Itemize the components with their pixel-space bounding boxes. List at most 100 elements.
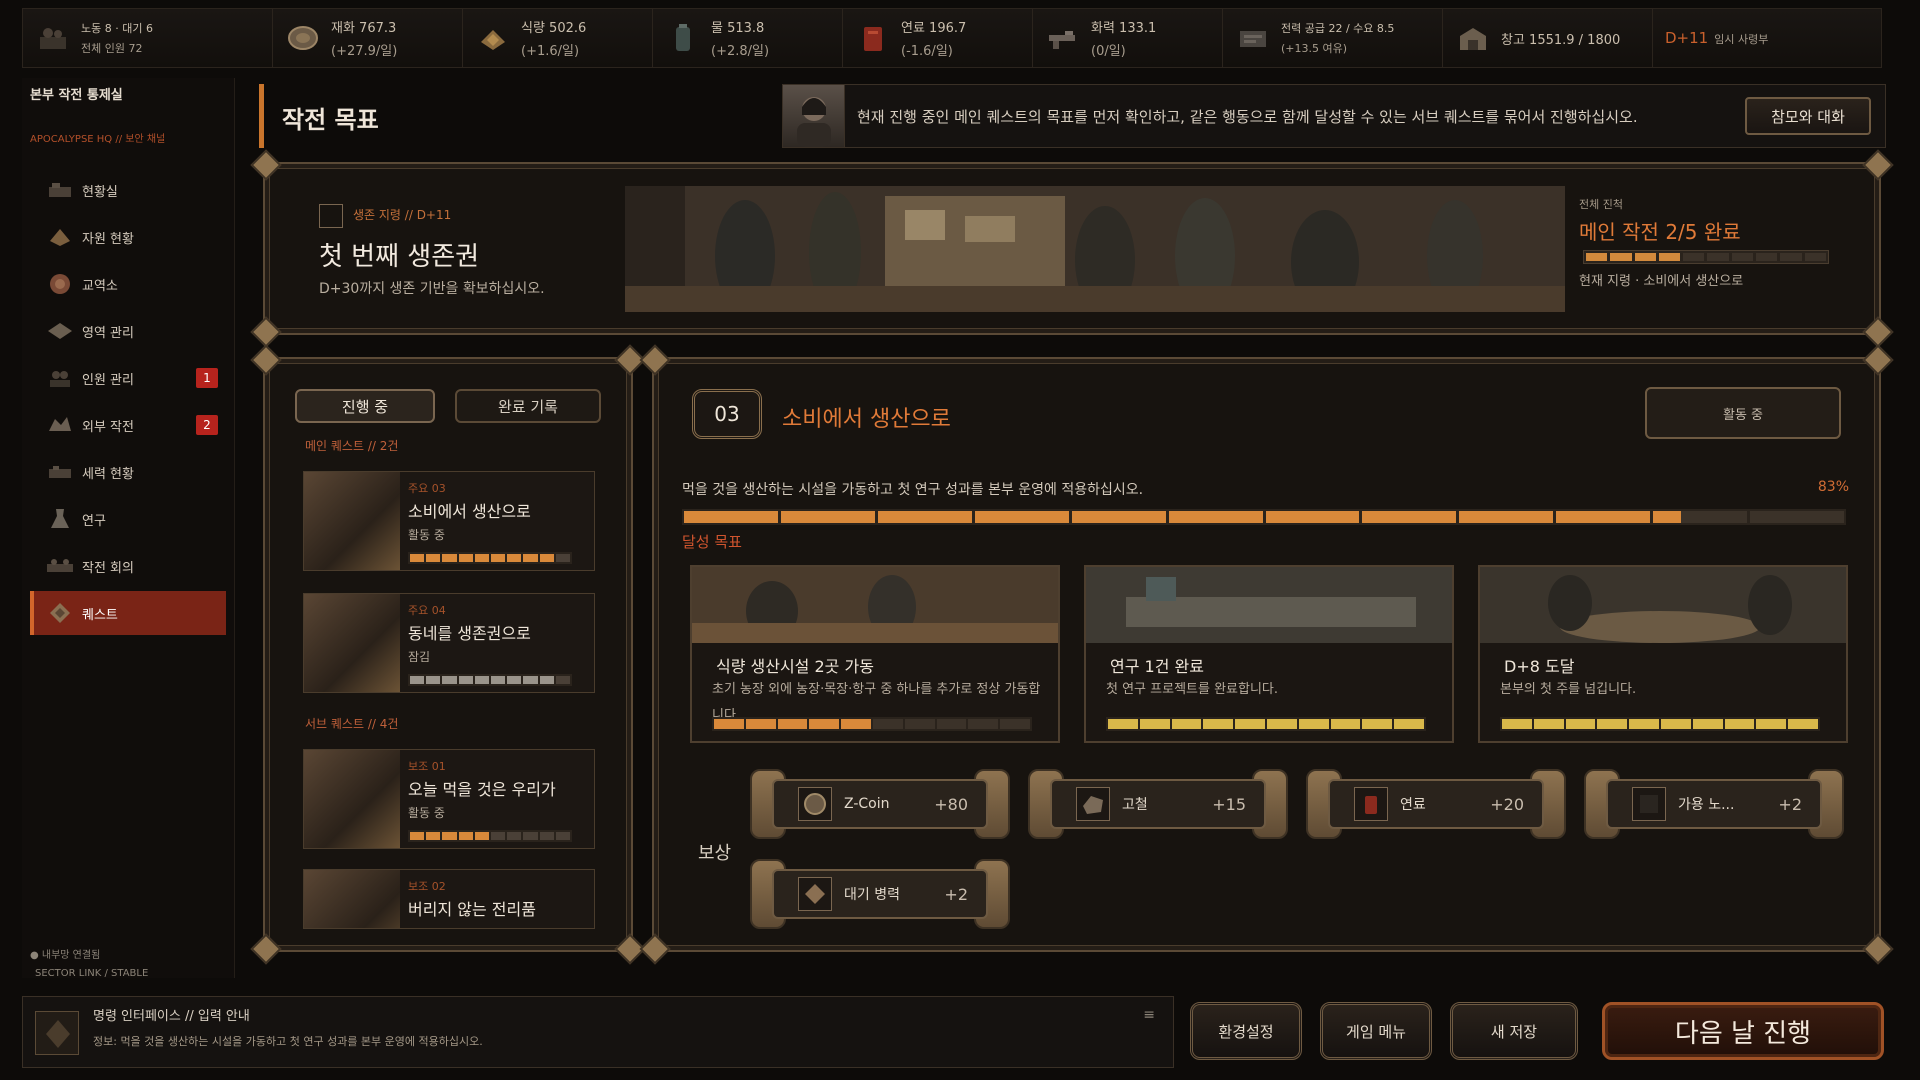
quest-thumbnail <box>304 870 400 928</box>
sidebar-item-territory[interactable]: 영역 관리 <box>30 309 226 353</box>
command-title: 명령 인터페이스 // 입력 안내 <box>93 1009 250 1024</box>
frame-corner <box>639 344 671 376</box>
talk-to-advisor-button[interactable]: 참모와 대화 <box>1745 97 1871 135</box>
zcoin-icon <box>798 787 832 821</box>
meeting-icon <box>46 554 74 578</box>
goal-card-food-facilities: 식량 생산시설 2곳 가동 초기 농장 외에 농장·목장·항구 중 하나를 추가… <box>690 565 1060 743</box>
sidebar-item-research[interactable]: 연구 <box>30 497 226 541</box>
sidebar-item-resources[interactable]: 자원 현황 <box>30 215 226 259</box>
sidebar-item-meeting[interactable]: 작전 회의 <box>30 544 226 588</box>
food-icon <box>475 20 511 56</box>
network-status: ● 내부망 연결됨 <box>30 950 101 961</box>
quest-card-main-04[interactable]: 주요 04 동네를 생존권으로 잠김 <box>303 593 595 693</box>
command-icon <box>35 1011 79 1055</box>
goal-illustration <box>1480 567 1846 643</box>
fuel-stat: 연료 196.7 (-1.6/일) <box>843 9 1033 67</box>
quest-card-sub-02[interactable]: 보조 02 버리지 않는 전리품 <box>303 869 595 929</box>
resource-bar: 노동 8 · 대기 6 전체 인원 72 재화 767.3 (+27.9/일) 식량… <box>22 8 1882 68</box>
sub-quest-header: 서브 퀘스트 // 4건 <box>305 717 399 731</box>
main-ops-progress: 메인 작전 2/5 완료 <box>1579 220 1741 244</box>
sidebar-item-faction[interactable]: 세력 현황 <box>30 450 226 494</box>
firepower-icon <box>1045 20 1081 56</box>
goal-progress-bar <box>1500 717 1820 731</box>
settings-button[interactable]: 환경설정 <box>1190 1002 1302 1060</box>
goal-illustration <box>1086 567 1452 643</box>
goal-progress-bar <box>1106 717 1426 731</box>
tab-completed[interactable]: 완료 기록 <box>455 389 601 423</box>
power-icon <box>1235 20 1271 56</box>
quest-progress-bar <box>682 509 1846 525</box>
population-stat: 노동 8 · 대기 6 전체 인원 72 <box>23 9 273 67</box>
food-stat: 식량 502.6 (+1.6/일) <box>463 9 653 67</box>
banner-tag: 생존 지령 // D+11 <box>353 208 452 222</box>
save-button[interactable]: 새 저장 <box>1450 1002 1578 1060</box>
banner-title: 첫 번째 생존권 <box>319 242 480 272</box>
frame-corner <box>250 344 282 376</box>
overview-icon <box>46 178 74 202</box>
reward-workers: 가용 노... +2 <box>1584 769 1844 839</box>
expedition-icon <box>46 413 74 437</box>
advisor-message: 현재 진행 중인 메인 퀘스트의 목표를 먼저 확인하고, 같은 행동으로 함께… <box>857 107 1638 126</box>
frame-corner <box>1862 149 1894 181</box>
firepower-stat: 화력 133.1 (0/일) <box>1033 9 1223 67</box>
quest-description: 먹을 것을 생산하는 시설을 가동하고 첫 연구 성과를 본부 운영에 적용하십… <box>682 482 1144 498</box>
research-icon <box>46 507 74 531</box>
sector-status: SECTOR LINK / STABLE <box>35 968 149 979</box>
tab-in-progress[interactable]: 진행 중 <box>295 389 435 423</box>
people-icon <box>35 20 71 56</box>
command-interface: 명령 인터페이스 // 입력 안내 정보: 먹을 것을 생산하는 시설을 가동하… <box>22 996 1174 1068</box>
warehouse-icon <box>1455 20 1491 56</box>
frame-corner <box>1862 344 1894 376</box>
reserve-icon <box>798 877 832 911</box>
current-directive: 현재 지령 · 소비에서 생산으로 <box>1579 274 1744 289</box>
sidebar-item-personnel[interactable]: 인원 관리 1 <box>30 356 226 400</box>
game-menu-button[interactable]: 게임 메뉴 <box>1320 1002 1432 1060</box>
personnel-icon <box>46 366 74 390</box>
sidebar-item-overview[interactable]: 현황실 <box>30 168 226 212</box>
command-info: 정보: 먹을 것을 생산하는 시설을 가동하고 첫 연구 성과를 본부 운영에 … <box>93 1035 483 1048</box>
fuel-can-icon <box>1354 787 1388 821</box>
reward-scrap: 고철 +15 <box>1028 769 1288 839</box>
quest-progress-bar <box>408 674 572 686</box>
quest-percent: 83% <box>1817 479 1849 495</box>
sidebar-item-quest[interactable]: 퀘스트 <box>30 591 226 635</box>
goal-card-research: 연구 1건 완료 첫 연구 프로젝트를 완료합니다. <box>1084 565 1454 743</box>
rewards-label: 보상 <box>698 843 732 864</box>
expedition-badge: 2 <box>196 415 218 435</box>
sidebar-subtitle: APOCALYPSE HQ // 보안 채널 <box>30 134 166 145</box>
quest-thumbnail <box>304 594 400 692</box>
sidebar-title: 본부 작전 통제실 <box>30 88 123 103</box>
main-ops-progress-bar <box>1583 250 1829 264</box>
advisor-panel: 현재 진행 중인 메인 퀘스트의 목표를 먼저 확인하고, 같은 행동으로 함께… <box>782 84 1886 148</box>
day-indicator: D+11 임시 사령부 <box>1665 29 1769 47</box>
next-day-button[interactable]: 다음 날 진행 <box>1602 1002 1884 1060</box>
quest-card-sub-01[interactable]: 보조 01 오늘 먹을 것은 우리가 활동 중 <box>303 749 595 849</box>
directive-icon <box>319 204 343 228</box>
worker-icon <box>1632 787 1666 821</box>
banner-illustration <box>625 186 1565 312</box>
sidebar-item-expedition[interactable]: 외부 작전 2 <box>30 403 226 447</box>
frame-corner <box>1862 933 1894 965</box>
frame-corner <box>250 933 282 965</box>
coin-icon <box>285 20 321 56</box>
quest-progress-bar <box>408 552 572 564</box>
overall-progress-label: 전체 진척 <box>1579 198 1623 211</box>
menu-icon[interactable]: ≡ <box>1143 1007 1155 1023</box>
sidebar-item-trade[interactable]: 교역소 <box>30 262 226 306</box>
advisor-portrait <box>783 85 845 147</box>
sidebar: 본부 작전 통제실 APOCALYPSE HQ // 보안 채널 현황실 자원 … <box>22 78 235 979</box>
quest-card-main-03[interactable]: 주요 03 소비에서 생산으로 활동 중 <box>303 471 595 571</box>
frame-corner <box>250 149 282 181</box>
resources-icon <box>46 225 74 249</box>
banner-desc: D+30까지 생존 기반을 확보하십시오. <box>319 281 545 297</box>
goal-illustration <box>692 567 1058 643</box>
trade-icon <box>46 272 74 296</box>
power-stat: 전력 공급 22 / 수요 8.5 (+13.5 여유) <box>1223 9 1443 67</box>
quest-detail-panel: 03 소비에서 생산으로 활동 중 먹을 것을 생산하는 시설을 가동하고 첫 … <box>639 344 1894 965</box>
frame-corner <box>250 316 282 348</box>
reward-zcoin: Z-Coin +80 <box>750 769 1010 839</box>
frame-corner <box>1862 316 1894 348</box>
warehouse-stat: 창고 1551.9 / 1800 <box>1443 9 1653 67</box>
quest-title: 소비에서 생산으로 <box>782 407 951 432</box>
main-quest-header: 메인 퀘스트 // 2건 <box>305 439 399 453</box>
